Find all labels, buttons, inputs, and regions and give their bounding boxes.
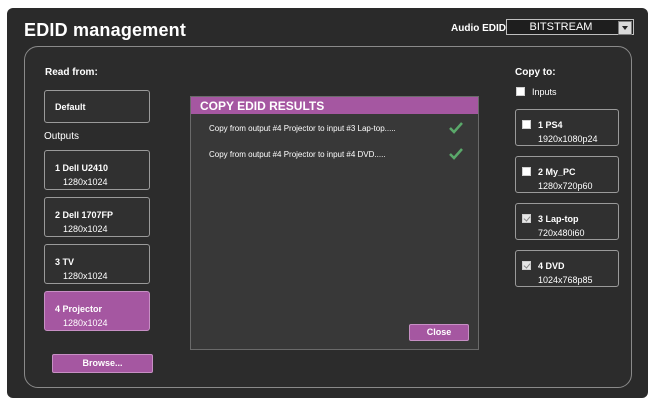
result-text: Copy from output #4 Projector to input #… (209, 150, 386, 159)
output-resolution: 1280x1024 (63, 177, 108, 187)
input-resolution: 1280x720p60 (538, 181, 593, 191)
output-name: 1 Dell U2410 (55, 163, 109, 173)
output-resolution: 1280x1024 (63, 224, 108, 234)
result-row: Copy from output #4 Projector to input #… (209, 122, 469, 136)
read-from-label: Read from: (45, 67, 98, 78)
input-checkbox[interactable] (522, 261, 531, 270)
output-4[interactable]: 4 Projector 1280x1024 (44, 291, 150, 331)
browse-button[interactable]: Browse... (52, 354, 153, 373)
input-4[interactable]: 4 DVD 1024x768p85 (515, 250, 619, 287)
input-checkbox[interactable] (522, 214, 531, 223)
page-title: EDID management (24, 20, 187, 40)
input-resolution: 1920x1080p24 (538, 134, 598, 144)
output-1[interactable]: 1 Dell U2410 1280x1024 (44, 150, 150, 190)
input-2[interactable]: 2 My_PC 1280x720p60 (515, 156, 619, 193)
chevron-down-icon[interactable] (618, 21, 632, 35)
check-icon (449, 148, 463, 160)
input-name: 3 Lap-top (538, 214, 579, 224)
input-resolution: 720x480i60 (538, 228, 585, 238)
edid-management-window: EDID management Audio EDID BITSTREAM Rea… (7, 8, 648, 398)
audio-edid-value: BITSTREAM (529, 21, 593, 33)
result-row: Copy from output #4 Projector to input #… (209, 148, 469, 162)
output-name: 3 TV (55, 257, 75, 267)
inputs-checkbox[interactable] (516, 87, 525, 96)
input-name: 1 PS4 (538, 120, 563, 130)
inputs-label: Inputs (532, 87, 557, 97)
input-checkbox[interactable] (522, 167, 531, 176)
output-resolution: 1280x1024 (63, 318, 108, 328)
input-name: 2 My_PC (538, 167, 576, 177)
outputs-label: Outputs (44, 131, 80, 142)
default-label: Default (55, 102, 86, 112)
audio-edid-select[interactable]: BITSTREAM (506, 19, 634, 35)
copy-edid-results-dialog: COPY EDID RESULTS Copy from output #4 Pr… (190, 96, 479, 350)
result-text: Copy from output #4 Projector to input #… (209, 124, 396, 133)
output-3[interactable]: 3 TV 1280x1024 (44, 244, 150, 284)
input-name: 4 DVD (538, 261, 565, 271)
input-checkbox[interactable] (522, 120, 531, 129)
audio-edid-label: Audio EDID (451, 23, 506, 34)
output-2[interactable]: 2 Dell 1707FP 1280x1024 (44, 197, 150, 237)
copy-to-label: Copy to: (515, 67, 556, 78)
output-name: 2 Dell 1707FP (55, 210, 114, 220)
default-button[interactable]: Default (44, 90, 150, 123)
close-button[interactable]: Close (409, 324, 469, 341)
output-name: 4 Projector (55, 304, 103, 314)
check-icon (449, 122, 463, 134)
input-3[interactable]: 3 Lap-top 720x480i60 (515, 203, 619, 240)
output-resolution: 1280x1024 (63, 271, 108, 281)
input-1[interactable]: 1 PS4 1920x1080p24 (515, 109, 619, 146)
dialog-title: COPY EDID RESULTS (191, 97, 478, 114)
input-resolution: 1024x768p85 (538, 275, 593, 285)
